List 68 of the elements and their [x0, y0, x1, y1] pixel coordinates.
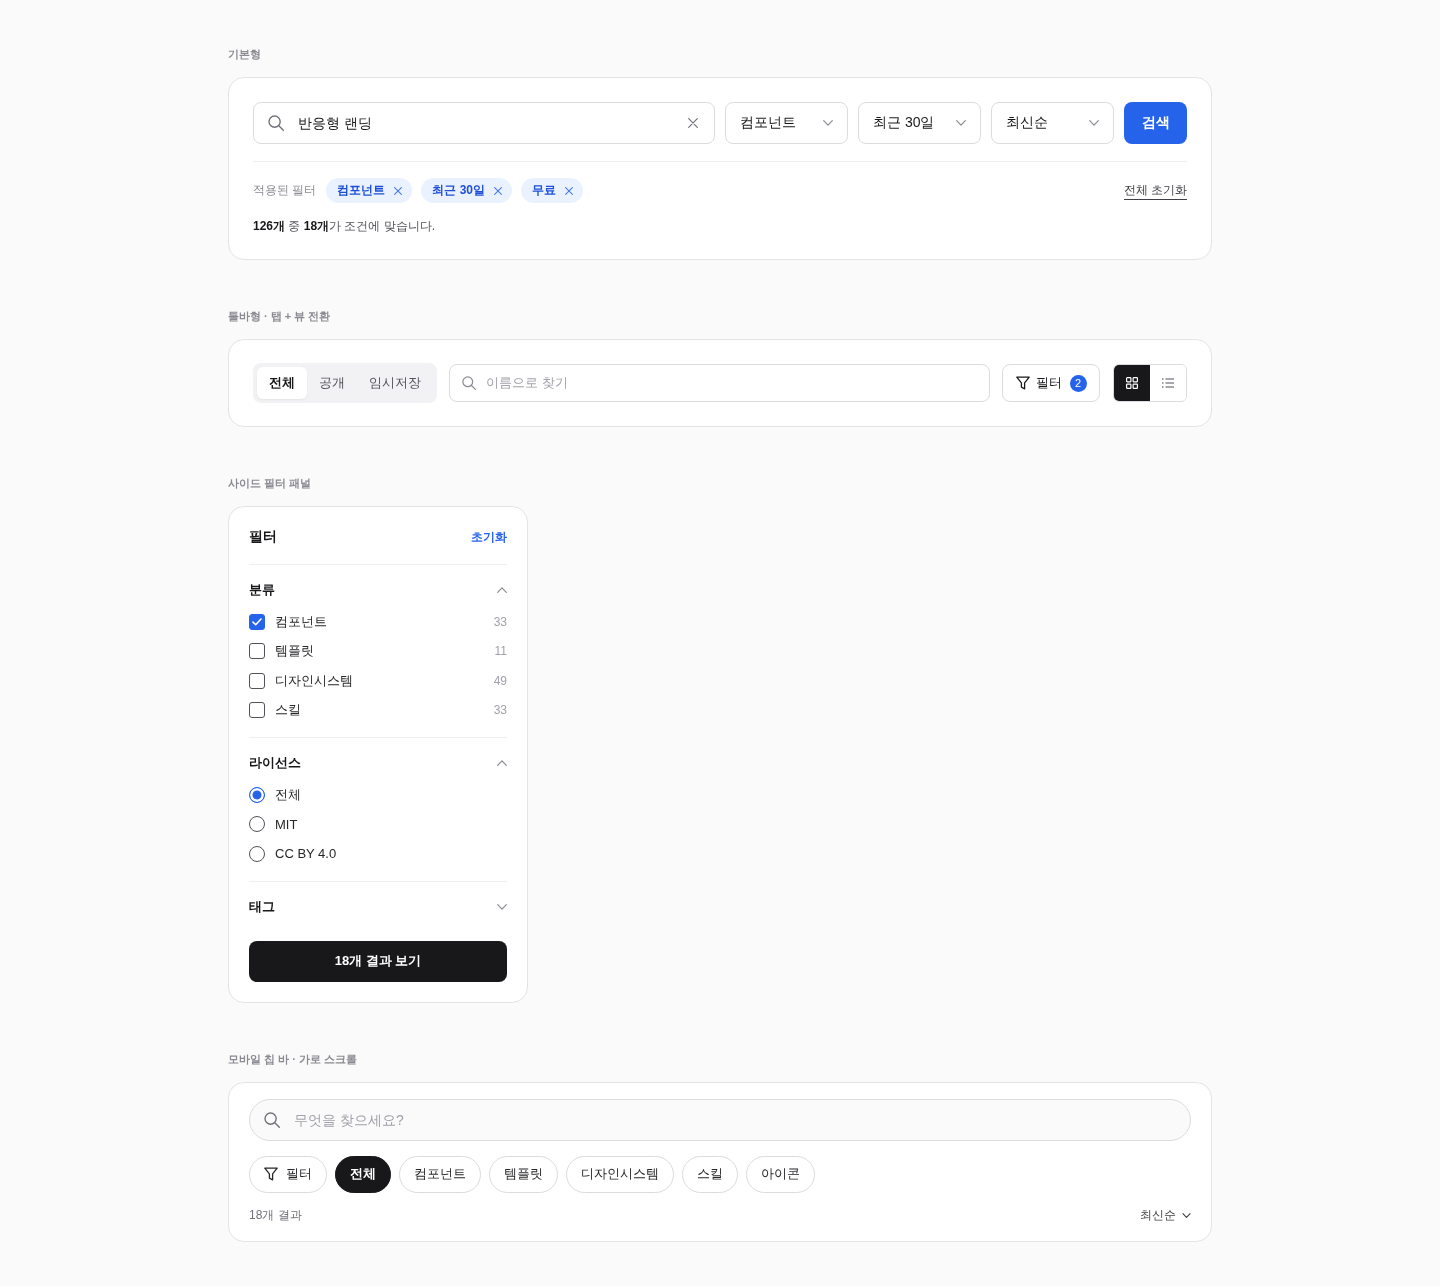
- section-label: 툴바형 · 탭 + 뷰 전환: [228, 309, 332, 323]
- chevron-down-icon: [956, 120, 966, 126]
- option-label: 템플릿: [275, 642, 315, 661]
- result-summary: 126개 중 18개가 조건에 맞습니다.: [253, 218, 437, 235]
- section-label: 모바일 칩 바 · 가로 스크롤: [228, 1051, 358, 1066]
- checkbox[interactable]: [249, 643, 265, 660]
- search-icon: [264, 1111, 280, 1128]
- clear-icon[interactable]: [688, 118, 698, 128]
- dropdown-select[interactable]: 컴포넌트: [725, 102, 848, 144]
- checkbox[interactable]: [249, 702, 265, 719]
- category-chip[interactable]: 전체: [335, 1155, 391, 1193]
- tab[interactable]: 임시저장: [357, 367, 433, 399]
- category-chip[interactable]: 템플릿: [489, 1155, 558, 1193]
- reset-all-link[interactable]: 전체 초기화: [1123, 181, 1187, 200]
- dropdown-select[interactable]: 최신순: [991, 102, 1114, 144]
- category-chip[interactable]: 컴포넌트: [399, 1155, 481, 1193]
- option-count: 49: [493, 673, 507, 688]
- section-label: 기본형: [228, 47, 262, 61]
- category-chip[interactable]: 스킬: [682, 1155, 738, 1193]
- option-label: CC BY 4.0: [275, 846, 338, 862]
- dropdown-select[interactable]: 최근 30일: [858, 102, 981, 144]
- category-chip[interactable]: 디자인시스템: [566, 1155, 674, 1193]
- option-label: 디자인시스템: [275, 671, 354, 690]
- reset-link[interactable]: 초기화: [471, 528, 507, 546]
- remove-icon[interactable]: [494, 186, 503, 195]
- search-field[interactable]: 반응형 랜딩: [253, 102, 715, 144]
- grid-icon: [1126, 377, 1138, 389]
- applied-filters-label: 적용된 필터: [253, 182, 317, 199]
- count-badge: 2: [1069, 374, 1087, 392]
- remove-icon[interactable]: [565, 186, 574, 195]
- filter-chip[interactable]: 무료: [521, 178, 584, 203]
- apply-button[interactable]: 18개 결과 보기: [249, 940, 507, 982]
- result-count: 18개 결과: [249, 1207, 302, 1224]
- option-count: 11: [494, 644, 507, 659]
- panel-title: 필터: [249, 528, 277, 546]
- list-icon: [1162, 377, 1174, 389]
- option-label: 전체: [275, 785, 302, 804]
- radio-button[interactable]: [249, 786, 265, 803]
- filter-chip[interactable]: 컴포넌트: [326, 178, 413, 203]
- option-label: 스킬: [275, 701, 302, 720]
- tab[interactable]: 전체: [257, 367, 307, 399]
- search-button[interactable]: 검색: [1124, 102, 1187, 144]
- category-chip[interactable]: 아이콘: [746, 1155, 815, 1193]
- search-icon: [462, 376, 476, 390]
- option-count: 33: [493, 703, 507, 718]
- grid-view-button[interactable]: [1114, 365, 1150, 401]
- section-toggle[interactable]: 분류: [249, 581, 507, 599]
- option-label: 컴포넌트: [275, 612, 328, 631]
- section-label: 사이드 필터 패널: [228, 476, 313, 490]
- chevron-down-icon: [1089, 120, 1099, 126]
- section-toggle[interactable]: 태그: [249, 897, 507, 916]
- option-label: MIT: [275, 816, 299, 832]
- option-count: 33: [493, 614, 507, 629]
- chevron-down-icon: [1182, 1213, 1191, 1218]
- filter-icon: [1015, 376, 1030, 390]
- tab[interactable]: 공개: [307, 367, 357, 399]
- section-toggle[interactable]: 라이선스: [249, 754, 507, 772]
- filter-chip[interactable]: 필터: [249, 1155, 327, 1193]
- chevron-down-icon: [823, 120, 833, 126]
- checkbox[interactable]: [249, 613, 265, 630]
- check-icon: [252, 617, 262, 626]
- remove-icon[interactable]: [394, 186, 403, 195]
- filter-icon: [264, 1167, 278, 1181]
- search-icon: [268, 115, 284, 131]
- filter-button[interactable]: 필터 2: [1002, 364, 1100, 402]
- filter-chip[interactable]: 최근 30일: [421, 178, 513, 203]
- checkbox[interactable]: [249, 672, 265, 689]
- sort-dropdown[interactable]: 최신순: [1140, 1207, 1191, 1224]
